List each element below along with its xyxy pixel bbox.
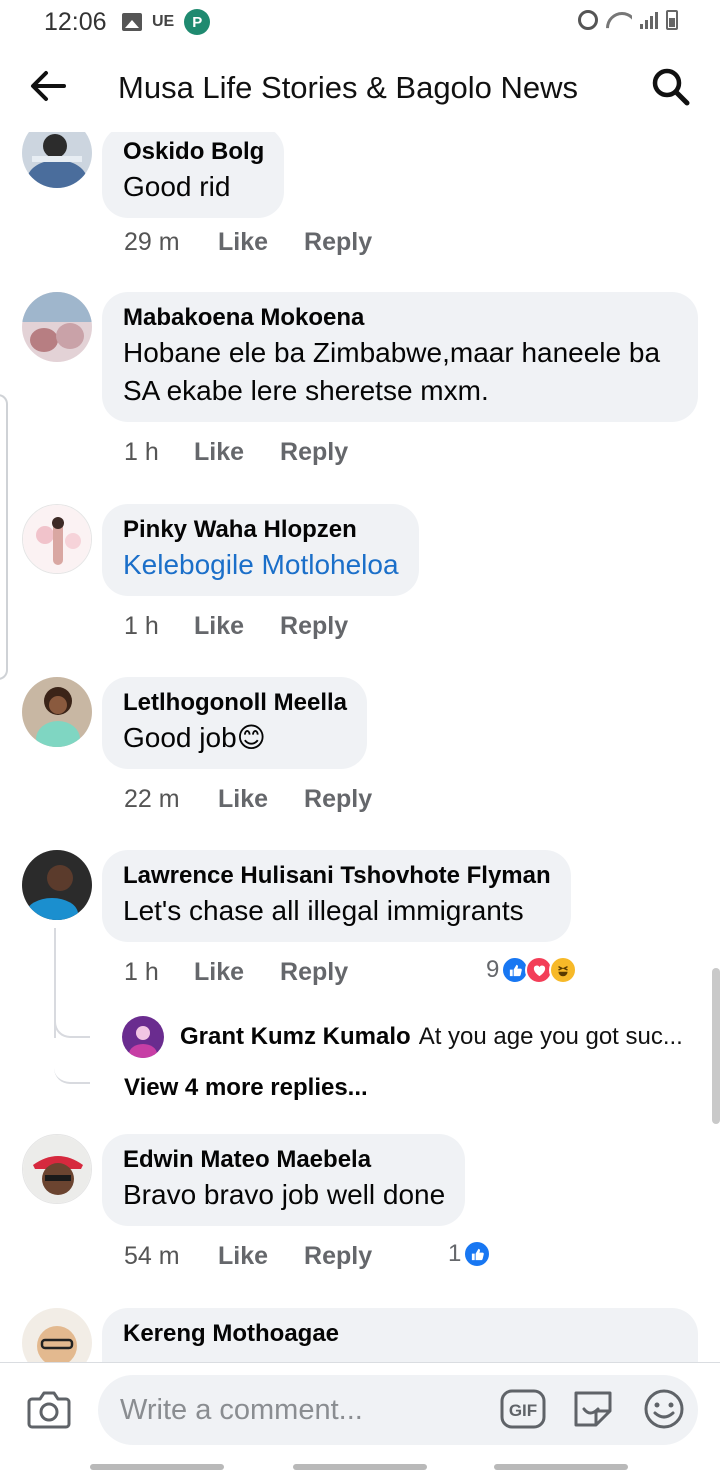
signal-icon xyxy=(640,11,658,29)
status-bar: 12:06 UE P xyxy=(0,0,720,44)
emoji-icon xyxy=(644,1389,684,1429)
gif-label: GIF xyxy=(509,1401,537,1420)
reply-preview[interactable]: Grant Kumz Kumalo At you age you got suc… xyxy=(122,1016,702,1058)
comment-text: Hobane ele ba Zimbabwe,maar haneele ba S… xyxy=(123,337,661,406)
comment-time: 29 m xyxy=(124,228,180,256)
gallery-notification-icon xyxy=(122,13,142,31)
comment-text: Good job😊 xyxy=(123,722,266,753)
commenter-name[interactable]: Edwin Mateo Maebela xyxy=(123,1144,445,1176)
sticker-button[interactable] xyxy=(570,1385,616,1431)
view-more-replies-link[interactable]: View 4 more replies... xyxy=(124,1074,368,1102)
page-title: Musa Life Stories & Bagolo News xyxy=(118,70,579,105)
commenter-name[interactable]: Pinky Waha Hlopzen xyxy=(123,514,399,546)
sticker-icon xyxy=(574,1391,612,1427)
comment-actions: 1 h Like Reply xyxy=(124,958,348,987)
avatar[interactable] xyxy=(22,677,92,747)
comment-actions: 1 h Like Reply xyxy=(124,438,348,467)
comment-composer: GIF xyxy=(0,1362,720,1454)
alarm-icon xyxy=(578,10,598,30)
comment-actions: 1 h Like Reply xyxy=(124,612,348,641)
commenter-name[interactable]: Letlhogonoll Meella xyxy=(123,687,347,719)
status-left-icons: UE P xyxy=(122,9,211,35)
camera-button[interactable] xyxy=(26,1387,72,1431)
like-button[interactable]: Like xyxy=(194,958,244,987)
commenter-name[interactable]: Lawrence Hulisani Tshovhote Flyman xyxy=(123,860,551,892)
reply-button[interactable]: Reply xyxy=(304,785,372,814)
edge-panel-handle[interactable] xyxy=(0,394,8,680)
comment-text: Good rid xyxy=(123,171,231,202)
reaction-count: 9 xyxy=(486,956,500,983)
haha-reaction-icon xyxy=(549,956,578,984)
reply-text: At you age you got suc... xyxy=(418,1023,683,1050)
reply-button[interactable]: Reply xyxy=(280,958,348,987)
avatar[interactable] xyxy=(22,850,92,920)
reply-button[interactable]: Reply xyxy=(304,228,372,257)
comment-bubble[interactable]: Letlhogonoll Meella Good job😊 xyxy=(102,677,368,769)
like-button[interactable]: Like xyxy=(194,438,244,467)
reply-avatar[interactable] xyxy=(122,1016,164,1058)
avatar[interactable] xyxy=(22,504,92,574)
battery-icon xyxy=(666,10,678,30)
commenter-name[interactable]: Kereng Mothoagae xyxy=(123,1318,678,1350)
comment-text: Bravo bravo job well done xyxy=(123,1179,446,1210)
mentioned-user-link[interactable]: Kelebogile Motloheloa xyxy=(123,546,399,584)
reaction-count: 1 xyxy=(448,1240,462,1267)
avatar[interactable] xyxy=(22,292,92,362)
comment-bubble[interactable]: Pinky Waha Hlopzen Kelebogile Motloheloa xyxy=(102,504,419,596)
reply-author-name[interactable]: Grant Kumz Kumalo xyxy=(180,1023,411,1051)
comment-time: 54 m xyxy=(124,1242,180,1270)
back-arrow-icon xyxy=(31,71,66,101)
like-reaction-icon xyxy=(463,1240,492,1268)
comment-time: 1 h xyxy=(124,612,159,640)
app-notification-icon: P xyxy=(184,9,211,35)
comment-bubble[interactable]: Edwin Mateo Maebela Bravo bravo job well… xyxy=(102,1134,466,1226)
comment-time: 1 h xyxy=(124,958,159,986)
search-button[interactable] xyxy=(650,66,692,108)
wifi-icon xyxy=(606,10,632,30)
emoji-button[interactable] xyxy=(642,1387,686,1431)
nav-home-button[interactable] xyxy=(293,1464,427,1470)
comment-time: 1 h xyxy=(124,438,159,466)
scrollbar-thumb[interactable] xyxy=(712,968,720,1124)
comment-time: 22 m xyxy=(124,785,180,813)
gif-button[interactable]: GIF xyxy=(500,1389,546,1429)
gif-icon: GIF xyxy=(500,1389,546,1429)
comment-text: Let's chase all illegal immigrants xyxy=(123,895,524,926)
like-button[interactable]: Like xyxy=(218,785,268,814)
comment-bubble[interactable]: Oskido Bolg Good rid xyxy=(102,132,285,218)
status-right-icons xyxy=(578,10,678,30)
comments-feed[interactable]: Oskido Bolg Good rid 29 m Like Reply Mab… xyxy=(0,132,720,1362)
ue-notification-icon: UE xyxy=(152,13,175,30)
comment-bubble[interactable]: Kereng Mothoagae xyxy=(102,1308,698,1362)
back-button[interactable] xyxy=(26,64,70,108)
reply-button[interactable]: Reply xyxy=(304,1242,372,1271)
app-header: Musa Life Stories & Bagolo News xyxy=(0,44,720,132)
like-button[interactable]: Like xyxy=(218,1242,268,1271)
reply-button[interactable]: Reply xyxy=(280,438,348,467)
thread-branch xyxy=(54,1008,90,1038)
status-time: 12:06 xyxy=(44,8,107,36)
camera-icon xyxy=(27,1391,71,1429)
nav-recents-button[interactable] xyxy=(90,1464,224,1470)
reaction-summary[interactable]: 1 xyxy=(448,1240,492,1268)
comment-bubble[interactable]: Mabakoena Mokoena Hobane ele ba Zimbabwe… xyxy=(102,292,698,422)
comment-bubble[interactable]: Lawrence Hulisani Tshovhote Flyman Let's… xyxy=(102,850,571,942)
avatar[interactable] xyxy=(22,132,92,188)
system-nav-bar xyxy=(0,1454,720,1480)
reaction-summary[interactable]: 9 xyxy=(486,956,578,984)
comment-actions: 29 m Like Reply xyxy=(124,228,372,257)
commenter-name[interactable]: Oskido Bolg xyxy=(123,136,264,168)
comment-actions: 22 m Like Reply xyxy=(124,785,372,814)
like-button[interactable]: Like xyxy=(194,612,244,641)
commenter-name[interactable]: Mabakoena Mokoena xyxy=(123,302,674,334)
thread-branch xyxy=(54,1054,90,1084)
like-button[interactable]: Like xyxy=(218,228,268,257)
search-icon xyxy=(652,68,690,106)
comment-actions: 54 m Like Reply xyxy=(124,1242,372,1271)
avatar[interactable] xyxy=(22,1308,92,1362)
nav-back-button[interactable] xyxy=(494,1464,628,1470)
reply-button[interactable]: Reply xyxy=(280,612,348,641)
avatar[interactable] xyxy=(22,1134,92,1204)
